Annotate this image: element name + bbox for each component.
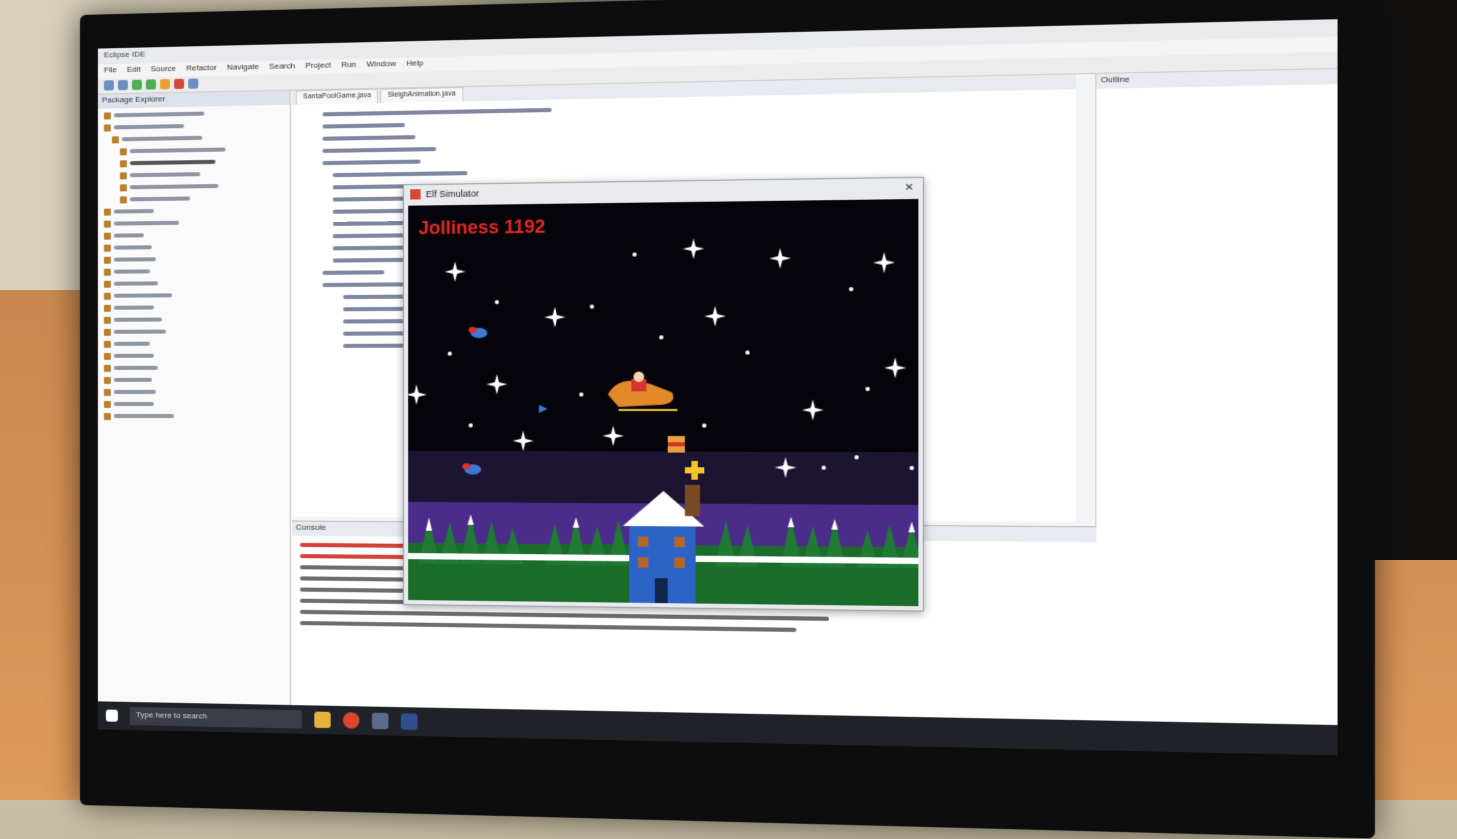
tree-item[interactable]	[103, 241, 284, 253]
code-line	[332, 171, 468, 178]
score-value: 1192	[504, 216, 546, 238]
tree-item[interactable]	[103, 265, 284, 277]
tree-item[interactable]	[103, 314, 284, 325]
tree-item[interactable]	[103, 411, 284, 421]
night-sky-scene	[408, 198, 919, 607]
menu-project[interactable]: Project	[305, 60, 331, 73]
menu-source[interactable]: Source	[151, 64, 176, 77]
tree-item[interactable]	[119, 180, 284, 192]
game-window[interactable]: Elf Simulator ✕ Jolliness 1192	[402, 176, 924, 612]
tree-item[interactable]	[119, 168, 284, 181]
stop-icon[interactable]	[174, 78, 185, 90]
tree-item[interactable]	[103, 216, 284, 228]
debug-icon[interactable]	[145, 79, 156, 90]
tree-item[interactable]	[111, 131, 284, 144]
code-line	[322, 159, 421, 166]
run-icon[interactable]	[131, 79, 142, 90]
tree-item[interactable]	[103, 350, 284, 361]
tree-item[interactable]	[103, 107, 284, 121]
tree-item[interactable]	[103, 338, 284, 349]
menu-search[interactable]: Search	[269, 61, 295, 74]
app-icon[interactable]	[371, 712, 389, 730]
code-line	[322, 270, 385, 275]
tree-item[interactable]	[119, 143, 284, 156]
tree-item[interactable]	[103, 253, 284, 265]
tree-item[interactable]	[119, 156, 284, 169]
tree-item[interactable]	[103, 387, 284, 397]
code-line	[343, 343, 406, 348]
tree-item[interactable]	[119, 192, 284, 204]
menu-run[interactable]: Run	[341, 60, 356, 73]
tree-item[interactable]	[103, 277, 284, 289]
menu-refactor[interactable]: Refactor	[186, 63, 217, 76]
new-icon[interactable]	[103, 80, 114, 91]
game-window-title: Elf Simulator	[425, 188, 480, 200]
menu-navigate[interactable]: Navigate	[227, 62, 259, 75]
tree-item[interactable]	[103, 229, 284, 241]
save-icon[interactable]	[117, 79, 128, 91]
console-line	[299, 621, 797, 632]
menu-window[interactable]: Window	[367, 59, 396, 72]
game-canvas[interactable]: Jolliness 1192	[408, 198, 919, 607]
tab-editor-2[interactable]: SleighAnimation.java	[380, 87, 463, 104]
tree-item[interactable]	[103, 326, 284, 337]
outline-panel: Outline	[1095, 68, 1338, 756]
chrome-icon[interactable]	[343, 712, 360, 729]
tree-item[interactable]	[103, 119, 284, 132]
search-icon[interactable]	[188, 78, 199, 89]
code-line	[322, 107, 552, 117]
tree-item[interactable]	[103, 362, 284, 373]
taskbar-search[interactable]: Type here to search	[129, 706, 302, 729]
code-line	[322, 123, 406, 129]
tree-item[interactable]	[103, 289, 284, 300]
eclipse-icon[interactable]	[400, 713, 418, 730]
tree-item[interactable]	[103, 302, 284, 313]
computer-monitor: Eclipse IDE File Edit Source Refactor Na…	[80, 0, 1375, 839]
file-explorer-icon[interactable]	[314, 711, 331, 729]
menu-file[interactable]: File	[104, 65, 117, 77]
menu-help[interactable]: Help	[406, 58, 423, 71]
code-line	[322, 135, 416, 141]
close-icon[interactable]: ✕	[905, 182, 914, 194]
tab-editor-1[interactable]: SantaPoolGame.java	[295, 88, 379, 105]
code-line	[322, 146, 437, 153]
tree-item[interactable]	[103, 399, 284, 409]
windows-start-icon[interactable]	[105, 709, 118, 722]
build-icon[interactable]	[159, 79, 171, 90]
monitor-screen: Eclipse IDE File Edit Source Refactor Na…	[97, 19, 1338, 756]
java-app-icon	[410, 189, 421, 200]
score-label: Jolliness	[418, 216, 500, 239]
score-display: Jolliness 1192	[419, 216, 546, 239]
menu-edit[interactable]: Edit	[127, 65, 141, 77]
package-explorer: Package Explorer	[97, 90, 291, 734]
console-line	[299, 609, 830, 621]
tree-item[interactable]	[103, 375, 284, 385]
tree-item[interactable]	[103, 204, 284, 216]
package-explorer-header: Package Explorer	[97, 90, 290, 109]
